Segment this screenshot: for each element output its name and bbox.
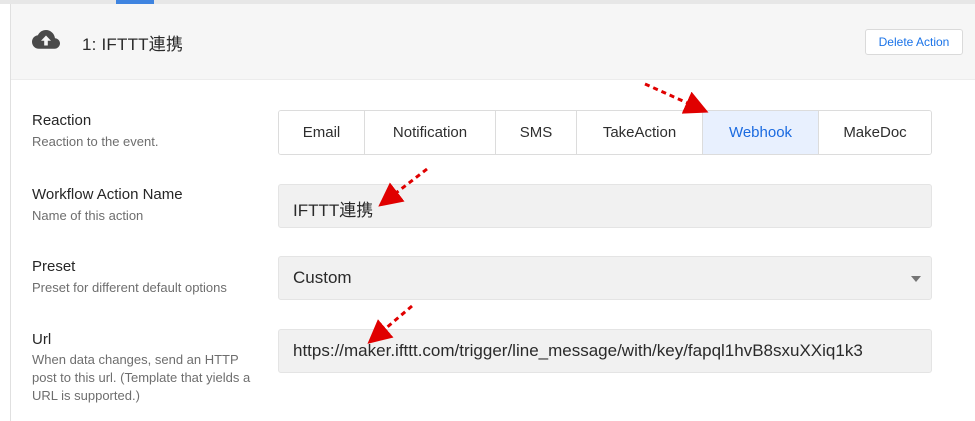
delete-action-button[interactable]: Delete Action: [865, 29, 963, 55]
preset-label: Preset: [32, 258, 76, 275]
url-description: When data changes, send an HTTP post to …: [32, 352, 251, 403]
preset-value: Custom: [293, 268, 352, 287]
reaction-option-makedoc[interactable]: MakeDoc: [819, 111, 931, 154]
reaction-option-email[interactable]: Email: [279, 111, 365, 154]
workflow-name-label: Workflow Action Name: [32, 186, 183, 203]
preset-select[interactable]: Custom: [278, 256, 932, 300]
reaction-selector: Email Notification SMS TakeAction Webhoo…: [278, 110, 932, 155]
reaction-label: Reaction: [32, 112, 92, 129]
card-title: 1: IFTTT連携: [82, 35, 184, 54]
url-value: https://maker.ifttt.com/trigger/line_mes…: [293, 341, 863, 360]
url-input[interactable]: https://maker.ifttt.com/trigger/line_mes…: [278, 329, 932, 373]
reaction-option-webhook[interactable]: Webhook: [703, 111, 819, 154]
url-label: Url: [32, 331, 52, 348]
cloud-upload-icon: [32, 30, 60, 49]
workflow-action-card: 1: IFTTT連携 Delete Action Reaction Reacti…: [10, 4, 975, 421]
reaction-option-notification[interactable]: Notification: [365, 111, 496, 154]
reaction-description: Reaction to the event.: [32, 134, 159, 149]
caret-down-icon: [911, 276, 921, 282]
preset-description: Preset for different default options: [32, 280, 227, 295]
workflow-name-value: IFTTT連携: [293, 201, 374, 220]
reaction-option-takeaction[interactable]: TakeAction: [577, 111, 703, 154]
workflow-name-input[interactable]: IFTTT連携: [278, 184, 932, 228]
card-header: 1: IFTTT連携 Delete Action: [11, 4, 975, 80]
reaction-option-sms[interactable]: SMS: [496, 111, 577, 154]
workflow-name-description: Name of this action: [32, 208, 144, 223]
